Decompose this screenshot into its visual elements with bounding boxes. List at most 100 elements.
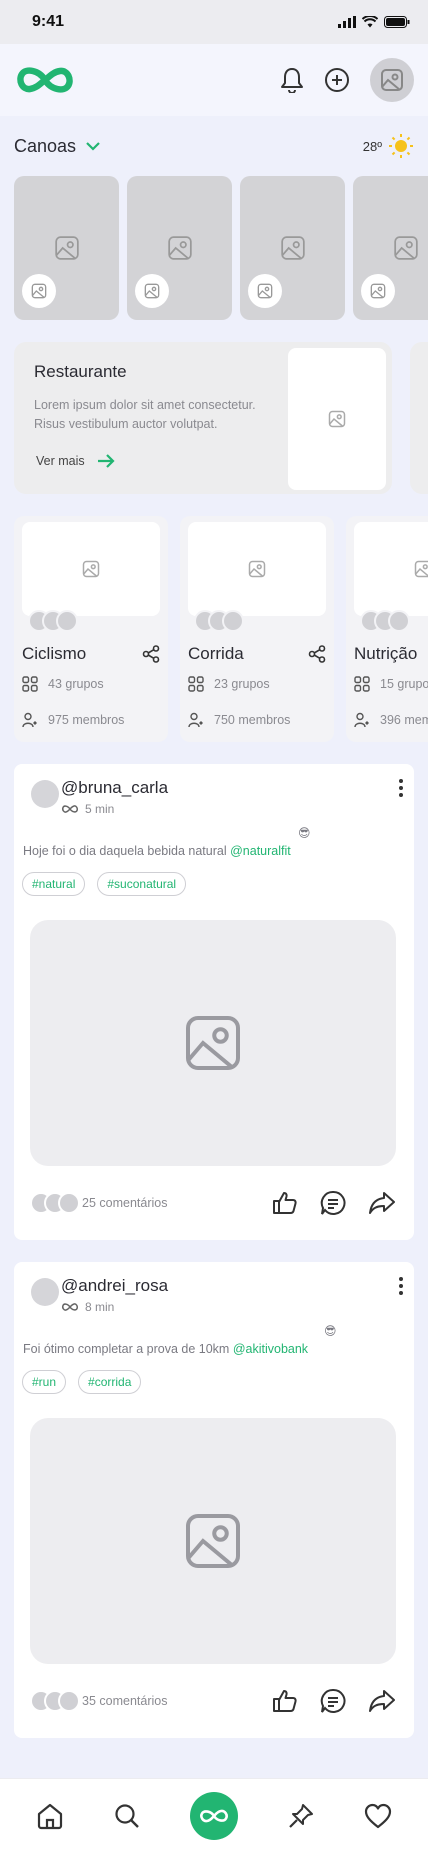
hashtag-chip[interactable]: #corrida	[78, 1370, 142, 1394]
post-time-label: 8 min	[85, 1300, 115, 1314]
post-body: Foi ótimo completar a prova de 10km	[23, 1342, 233, 1356]
post-mention[interactable]: @akitivobank	[233, 1342, 308, 1356]
battery-icon	[384, 16, 410, 28]
story-card[interactable]	[240, 176, 345, 320]
member-count-label: 396 membros	[380, 713, 428, 727]
share-arrow-icon[interactable]	[368, 1191, 396, 1215]
promo-link-label: Ver mais	[36, 454, 85, 468]
image-placeholder-icon	[393, 236, 418, 260]
infinity-icon	[200, 1809, 228, 1823]
comments-count[interactable]: 25 comentários	[82, 1196, 167, 1210]
group-count: 23 grupos	[188, 676, 326, 692]
image-placeholder-icon	[186, 1514, 240, 1568]
bell-icon[interactable]	[280, 67, 304, 93]
post-image[interactable]	[30, 920, 396, 1166]
comment-icon[interactable]	[320, 1190, 346, 1216]
promo-card[interactable]: Restaurante Lorem ipsum dolor sit amet c…	[14, 342, 392, 494]
bottom-nav	[0, 1778, 428, 1853]
group-title: Ciclismo	[22, 644, 87, 663]
hashtag-chip[interactable]: #suconatural	[97, 872, 187, 896]
user-heart-icon	[188, 712, 203, 728]
promo-see-more-link[interactable]: Ver mais	[36, 454, 288, 468]
status-icons	[338, 16, 410, 28]
post-username[interactable]: @andrei_rosa	[61, 1276, 168, 1296]
member-count: 750 membros	[188, 712, 326, 728]
post-time: 8 min	[61, 1300, 168, 1314]
heart-icon[interactable]	[364, 1803, 392, 1829]
group-title: Nutrição	[354, 644, 418, 663]
infinity-icon	[62, 1303, 78, 1311]
story-avatar	[22, 274, 56, 308]
post-footer: 35 comentários	[22, 1664, 396, 1738]
grid-icon	[354, 676, 370, 692]
image-placeholder-icon	[280, 236, 305, 260]
search-icon[interactable]	[113, 1802, 141, 1830]
feed-post: @bruna_carla 5 min Hoje foi o dia daquel…	[14, 764, 414, 1240]
profile-avatar[interactable]	[370, 58, 414, 102]
post-mention[interactable]: @naturalfit	[230, 844, 291, 858]
group-count: 43 grupos	[22, 676, 160, 692]
location-row: Canoas 28º	[0, 118, 428, 174]
more-vertical-icon[interactable]	[398, 1276, 404, 1301]
image-placeholder-icon	[31, 283, 47, 299]
group-card[interactable]: Ciclismo 43 grupos 975 membros	[14, 516, 168, 742]
member-count-label: 975 membros	[48, 713, 125, 727]
member-count: 975 membros	[22, 712, 160, 728]
member-avatars	[28, 610, 78, 632]
story-card[interactable]	[127, 176, 232, 320]
post-time: 5 min	[61, 802, 168, 816]
comment-icon[interactable]	[320, 1688, 346, 1714]
home-icon[interactable]	[36, 1802, 64, 1830]
group-count-label: 43 grupos	[48, 677, 104, 691]
story-avatar	[361, 274, 395, 308]
infinity-logo-icon[interactable]	[14, 65, 76, 95]
post-footer: 25 comentários	[22, 1166, 396, 1240]
commenter-avatars	[30, 1192, 80, 1214]
post-avatar[interactable]	[31, 780, 59, 808]
more-vertical-icon[interactable]	[398, 778, 404, 803]
post-text: Foi ótimo completar a prova de 10km @aki…	[22, 1324, 396, 1356]
image-placeholder-icon	[328, 410, 346, 428]
grid-icon	[188, 676, 204, 692]
post-tags: #natural #suconatural	[22, 872, 396, 896]
post-tags: #run #corrida	[22, 1370, 396, 1394]
group-card[interactable]: Nutrição 15 grupos 396 membros	[346, 516, 428, 742]
like-icon[interactable]	[272, 1191, 298, 1215]
home-feed-button[interactable]	[189, 1792, 238, 1840]
post-body: Hoje foi o dia daquela bebida natural	[23, 844, 231, 858]
hashtag-chip[interactable]: #natural	[22, 872, 86, 896]
promo-card[interactable]: R L R V	[410, 342, 428, 494]
member-avatars	[194, 610, 244, 632]
share-icon[interactable]	[142, 645, 160, 663]
app-header	[0, 44, 428, 116]
wifi-icon	[362, 16, 378, 28]
hashtag-chip[interactable]: #run	[22, 1370, 67, 1394]
share-arrow-icon[interactable]	[368, 1689, 396, 1713]
image-placeholder-icon	[144, 283, 160, 299]
post-emoji: 😎	[324, 1324, 337, 1338]
pin-icon[interactable]	[287, 1802, 315, 1830]
post-avatar[interactable]	[31, 1278, 59, 1306]
post-image[interactable]	[30, 1418, 396, 1664]
story-card[interactable]	[14, 176, 119, 320]
like-icon[interactable]	[272, 1689, 298, 1713]
member-count: 396 membros	[354, 712, 428, 728]
share-icon[interactable]	[308, 645, 326, 663]
post-username[interactable]: @bruna_carla	[61, 778, 168, 798]
story-card[interactable]	[353, 176, 428, 320]
signal-icon	[338, 16, 356, 28]
promo-image	[288, 348, 386, 490]
feed-post: @andrei_rosa 8 min Foi ótimo completar a…	[14, 1262, 414, 1738]
group-count-label: 23 grupos	[214, 677, 270, 691]
post-time-label: 5 min	[85, 802, 115, 816]
status-time: 9:41	[32, 13, 65, 30]
location-selector[interactable]: Canoas	[14, 136, 100, 157]
group-card[interactable]: Corrida 23 grupos 750 membros	[180, 516, 334, 742]
temperature: 28º	[362, 138, 382, 154]
image-placeholder-icon	[257, 283, 273, 299]
comments-count[interactable]: 35 comentários	[82, 1694, 167, 1708]
infinity-icon	[62, 805, 78, 813]
add-circle-icon[interactable]	[324, 67, 350, 93]
story-avatar	[248, 274, 282, 308]
location-name: Canoas	[14, 135, 77, 156]
